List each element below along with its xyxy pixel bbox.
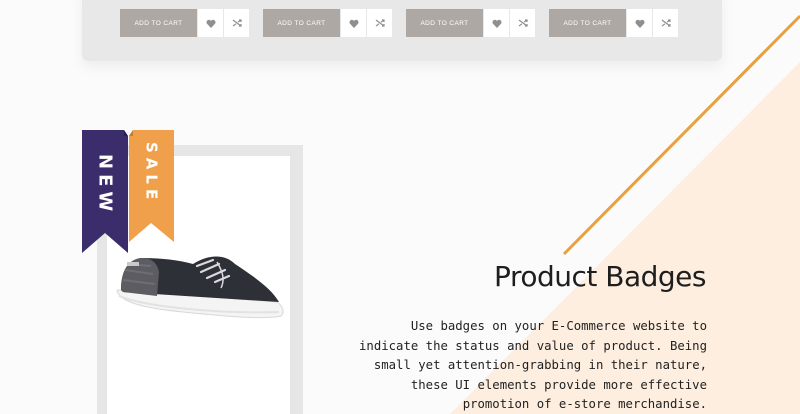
compare-button[interactable]	[510, 9, 535, 37]
compare-button[interactable]	[653, 9, 678, 37]
wishlist-button[interactable]	[484, 9, 509, 37]
heart-icon	[635, 19, 644, 28]
wishlist-button[interactable]	[627, 9, 652, 37]
wishlist-button[interactable]	[341, 9, 366, 37]
product-actions-2: ADD TO CART	[263, 9, 392, 37]
product-actions-3: ADD TO CART	[406, 9, 535, 37]
sneaker-product-image	[116, 256, 284, 319]
badge-sale-label: SALE	[142, 141, 161, 205]
badge-sale: SALE	[129, 130, 174, 242]
section-title: Product Badges	[494, 260, 706, 293]
section-description: Use badges on your E-Commerce website to…	[359, 319, 707, 411]
shuffle-icon	[518, 19, 528, 27]
badge-new-label: NEW	[94, 153, 116, 217]
add-to-cart-button[interactable]: ADD TO CART	[120, 9, 197, 37]
heart-icon	[206, 19, 215, 28]
heart-icon	[492, 19, 501, 28]
wishlist-button[interactable]	[198, 9, 223, 37]
add-to-cart-button[interactable]: ADD TO CART	[263, 9, 340, 37]
product-actions-1: ADD TO CART	[120, 9, 249, 37]
compare-button[interactable]	[367, 9, 392, 37]
product-actions-4: ADD TO CART	[549, 9, 678, 37]
shuffle-icon	[661, 19, 671, 27]
add-to-cart-button[interactable]: ADD TO CART	[549, 9, 626, 37]
shuffle-icon	[232, 19, 242, 27]
badge-new: NEW	[82, 130, 128, 253]
shuffle-icon	[375, 19, 385, 27]
add-to-cart-button[interactable]: ADD TO CART	[406, 9, 483, 37]
compare-button[interactable]	[224, 9, 249, 37]
heart-icon	[349, 19, 358, 28]
